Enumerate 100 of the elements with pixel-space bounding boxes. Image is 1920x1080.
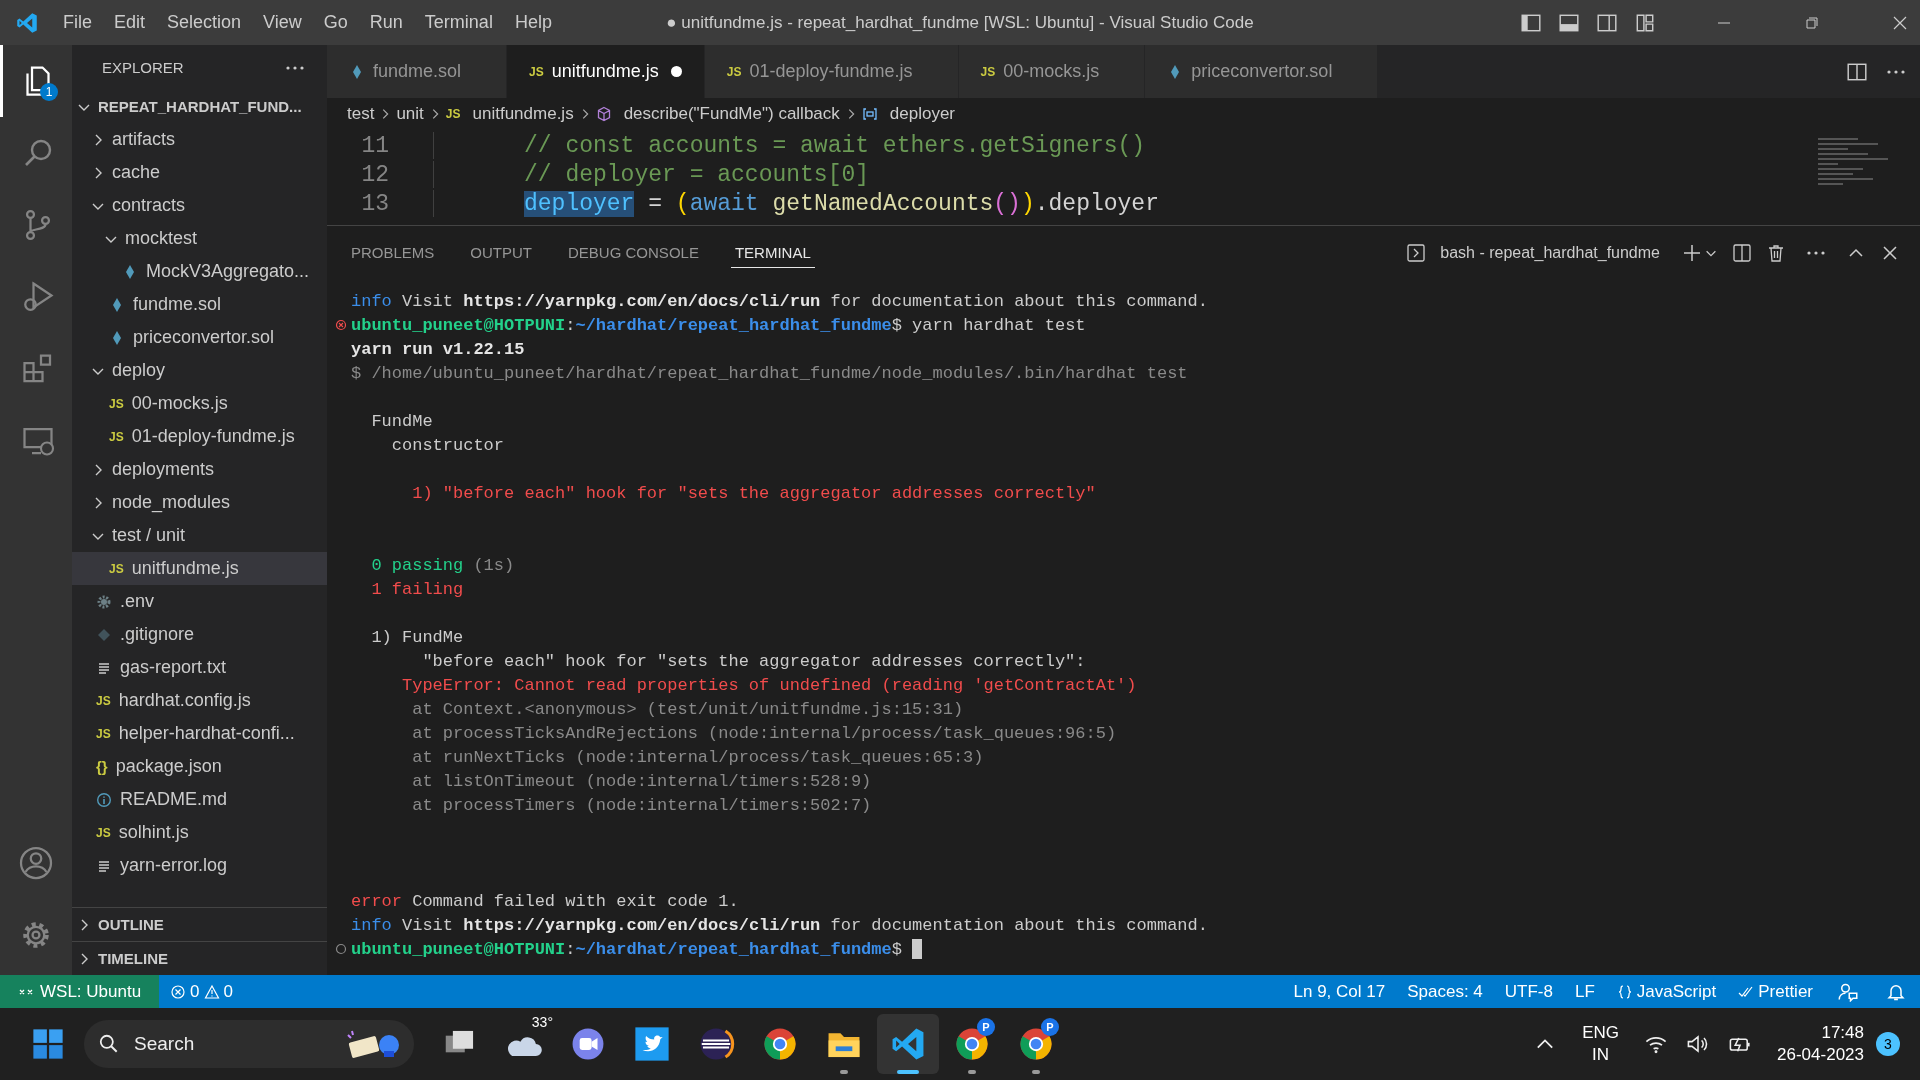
- bird-app-icon: [633, 1025, 671, 1063]
- profile-badge: P: [977, 1018, 995, 1036]
- diamond-outline-icon: [96, 626, 112, 643]
- input-language[interactable]: ENG IN: [1582, 1022, 1620, 1066]
- explorer-entry[interactable]: JS helper-hardhat-confi...: [72, 717, 327, 750]
- explorer-entry[interactable]: priceconvertor.sol: [72, 321, 327, 354]
- search-field[interactable]: Search: [84, 1020, 414, 1068]
- folder-entry[interactable]: contracts: [72, 189, 327, 222]
- terminal-line: at runNextTicks (node:internal/process/task_queues:65:3): [411, 747, 984, 767]
- terminal-line: at Context.<anonymous> (test/unit/unitfundme.js:15:31): [411, 699, 964, 719]
- file-type-label: JS: [109, 396, 124, 411]
- breadcrumb-item[interactable]: unit: [396, 104, 424, 124]
- file-type-label: JS: [445, 107, 461, 121]
- breadcrumb-item[interactable]: deployer: [889, 104, 955, 124]
- terminal-line: ubuntu_puneet@HOTPUNI:~/hardhat/repeat_hardhat_fundme$: [351, 939, 902, 959]
- menu-item[interactable]: Help: [504, 8, 562, 37]
- explorer-entry[interactable]: JS 01-deploy-fundme.js: [72, 420, 327, 453]
- folder-entry[interactable]: cache: [72, 156, 327, 189]
- status-item[interactable]: Spaces: 4: [1396, 981, 1494, 1002]
- explorer-entry[interactable]: JS solhint.js: [72, 816, 327, 849]
- start-button[interactable]: [30, 1026, 66, 1062]
- editor-tab[interactable]: JS 00-mocks.js: [958, 45, 1146, 98]
- folder-entry[interactable]: node_modules: [72, 486, 327, 519]
- taskbar-app[interactable]: P: [941, 1014, 1003, 1074]
- remote-indicator[interactable]: WSL: Ubuntu: [0, 975, 160, 1008]
- language-mode[interactable]: JavaScript: [1605, 981, 1728, 1002]
- code-line: deployer = (await getNamedAccounts()).deployer: [524, 190, 1159, 217]
- editor-tab[interactable]: JS 01-deploy-fundme.js: [704, 45, 959, 98]
- error-icon: [170, 983, 187, 1000]
- formatter-status[interactable]: Prettier: [1727, 981, 1824, 1002]
- breadcrumb-item[interactable]: describe("FundMe") callback: [623, 104, 840, 124]
- more-options-icon[interactable]: [1806, 249, 1826, 256]
- line-number: 11: [360, 132, 389, 159]
- sidebar-title: EXPLORER: [102, 59, 184, 76]
- explorer-entry[interactable]: fundme.sol: [72, 288, 327, 321]
- panel-tab[interactable]: DEBUG CONSOLE: [564, 237, 703, 268]
- code-line: // const accounts = await ethers.getSigners(): [524, 132, 1146, 159]
- terminal-line: $ /home/ubuntu_puneet/hardhat/repeat_hardhat_fundme/node_modules/.bin/hardhat test: [351, 363, 1188, 383]
- terminal-line: TypeError: Cannot read properties of undefined (reading 'getContractAt'): [401, 675, 1137, 695]
- menu-item[interactable]: Terminal: [414, 8, 503, 37]
- profile-badge: P: [1041, 1018, 1059, 1036]
- explorer-entry[interactable]: JS hardhat.config.js: [72, 684, 327, 717]
- menu-item[interactable]: View: [253, 8, 312, 37]
- explorer-entry[interactable]: JS 00-mocks.js: [72, 387, 327, 420]
- explorer-entry[interactable]: README.md: [72, 783, 327, 816]
- plus-icon[interactable]: [1682, 242, 1702, 263]
- problems-indicator[interactable]: 0 0: [159, 981, 245, 1002]
- menu-item[interactable]: Go: [313, 8, 358, 37]
- menu-item[interactable]: Run: [359, 8, 413, 37]
- notification-badge[interactable]: 3: [1876, 1032, 1900, 1056]
- status-item[interactable]: UTF-8: [1493, 981, 1564, 1002]
- taskbar-app[interactable]: [877, 1014, 939, 1074]
- explorer-entry[interactable]: {} package.json: [72, 750, 327, 783]
- more-options-icon[interactable]: [285, 64, 305, 71]
- terminal-line: at processTimers (node:internal/timers:502:7): [411, 795, 872, 815]
- menu-item[interactable]: Selection: [157, 8, 252, 37]
- terminal-name[interactable]: bash - repeat_hardhat_fundme: [1440, 243, 1660, 262]
- feedback-icon[interactable]: [1838, 981, 1858, 1002]
- terminal-line: constructor: [390, 435, 505, 455]
- menu-item[interactable]: Edit: [104, 8, 156, 37]
- section-header[interactable]: OUTLINE: [72, 907, 327, 941]
- editor-tab[interactable]: JS unitfundme.js: [507, 45, 705, 98]
- workspace-folder[interactable]: REPEAT_HARDHAT_FUND...: [72, 90, 327, 123]
- explorer-entry[interactable]: MockV3Aggregato...: [72, 255, 327, 288]
- explorer-entry[interactable]: gas-report.txt: [72, 651, 327, 684]
- line-number: 13: [360, 190, 389, 217]
- taskbar-app[interactable]: 33°: [493, 1014, 555, 1074]
- folder-entry[interactable]: deploy: [72, 354, 327, 387]
- editor-tab[interactable]: fundme.sol: [327, 45, 508, 98]
- explorer-entry[interactable]: yarn-error.log: [72, 849, 327, 882]
- notification-badge: 1: [40, 83, 58, 101]
- braces-icon: [1616, 983, 1633, 1000]
- explorer-entry[interactable]: .env: [72, 585, 327, 618]
- status-item[interactable]: LF: [1564, 981, 1606, 1002]
- editor-tab[interactable]: priceconvertor.sol: [1145, 45, 1379, 98]
- trash-icon[interactable]: [1766, 242, 1786, 263]
- breadcrumb-item[interactable]: unitfundme.js: [472, 104, 574, 124]
- status-item[interactable]: Ln 9, Col 17: [1282, 981, 1397, 1002]
- folder-entry[interactable]: test / unit: [72, 519, 327, 552]
- panel-tab[interactable]: OUTPUT: [466, 237, 537, 268]
- search-icon: [98, 1033, 120, 1055]
- menu-item[interactable]: File: [53, 8, 102, 37]
- panel-tab[interactable]: TERMINAL: [730, 237, 815, 268]
- account-icon[interactable]: [18, 845, 54, 881]
- info-icon: [96, 791, 112, 808]
- folder-entry[interactable]: mocktest: [72, 222, 327, 255]
- clock[interactable]: 17:48 26-04-2023: [1777, 1022, 1864, 1066]
- terminal-icon: [1406, 242, 1427, 263]
- folder-entry[interactable]: deployments: [72, 453, 327, 486]
- terminal-line: ubuntu_puneet@HOTPUNI:~/hardhat/repeat_hardhat_fundme$ yarn hardhat test: [351, 315, 1086, 335]
- more-options-icon[interactable]: [1886, 68, 1906, 75]
- split-terminal-icon[interactable]: [1732, 242, 1752, 263]
- folder-entry[interactable]: artifacts: [72, 123, 327, 156]
- terminal-line: at processTicksAndRejections (node:internal/process/task_queues:96:5): [411, 723, 1117, 743]
- explorer-entry[interactable]: .gitignore: [72, 618, 327, 651]
- taskbar-app[interactable]: P: [1005, 1014, 1067, 1074]
- terminal-line: yarn run v1.22.15: [351, 339, 525, 359]
- panel-tab[interactable]: PROBLEMS: [347, 237, 439, 268]
- explorer-entry[interactable]: JS unitfundme.js: [72, 552, 327, 585]
- breadcrumb-item[interactable]: test: [347, 104, 375, 124]
